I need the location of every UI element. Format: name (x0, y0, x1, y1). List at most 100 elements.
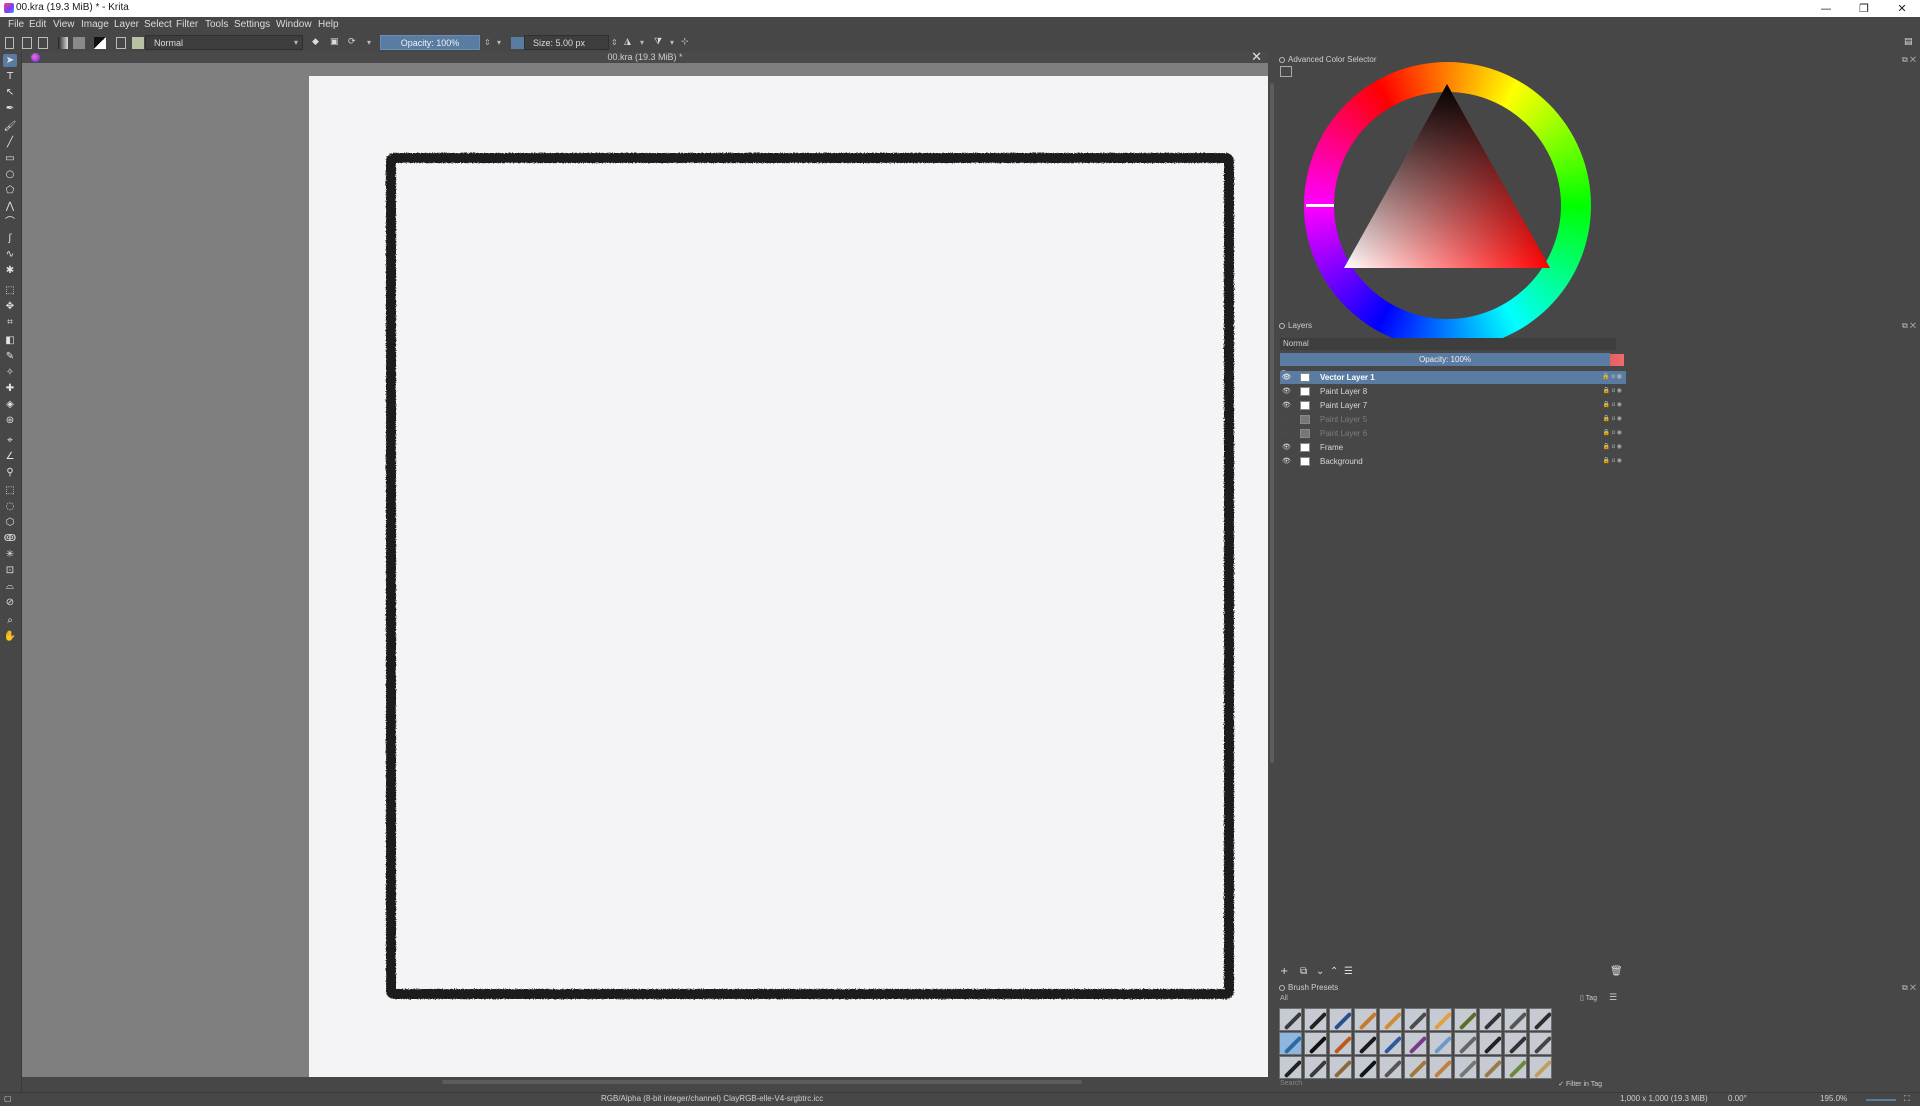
menu-image[interactable]: Image (81, 19, 109, 30)
edit-shapes-tool-icon[interactable]: ↖ (3, 86, 17, 99)
layer-blend-mode-select[interactable]: Normal (1280, 338, 1616, 350)
line-tool-icon[interactable]: ╱ (3, 136, 17, 149)
rotation-info[interactable]: 0.00° (1728, 1094, 1747, 1103)
brush-preset-tile[interactable] (1304, 1008, 1327, 1031)
brush-preset-tile[interactable] (1454, 1008, 1477, 1031)
visibility-eye-icon[interactable]: 👁 (1282, 455, 1291, 468)
transform-tool-icon[interactable]: ⬚ (3, 284, 17, 297)
color-settings-icon[interactable] (1280, 66, 1292, 77)
brush-preset-tile[interactable] (1404, 1008, 1427, 1031)
layer-row-paint-layer-6[interactable]: · Paint Layer 6 🔒 α ◉ (1280, 427, 1626, 440)
color-space-info[interactable]: RGB/Alpha (8-bit integer/channel) ClayRG… (601, 1094, 823, 1103)
text-tool-icon[interactable]: T (3, 70, 17, 83)
save-document-icon[interactable] (38, 37, 48, 49)
mirror-horizontal-icon[interactable]: ◮ (624, 37, 631, 47)
rectangular-selection-tool-icon[interactable]: ⬚ (3, 484, 17, 497)
brush-preset-tile[interactable] (1504, 1032, 1527, 1055)
brush-preset-tile[interactable] (1404, 1032, 1427, 1055)
brush-preset-tile[interactable] (1304, 1056, 1327, 1079)
layer-row-paint-layer-7[interactable]: 👁 Paint Layer 7 🔒 α ◉ (1280, 399, 1626, 412)
visibility-eye-icon[interactable]: 👁 (1282, 371, 1291, 384)
visibility-eye-icon[interactable]: 👁 (1282, 399, 1291, 412)
move-layer-down-icon[interactable]: ⌄ (1316, 966, 1324, 977)
brush-preset-tile[interactable] (1479, 1032, 1502, 1055)
brush-preset-tile[interactable] (1304, 1032, 1327, 1055)
menu-select[interactable]: Select (144, 19, 172, 30)
visibility-eye-icon[interactable]: 👁 (1282, 441, 1291, 454)
magnetic-selection-tool-icon[interactable]: ⊘ (3, 596, 17, 609)
gradient-swatch-icon[interactable] (58, 37, 68, 49)
brush-tag-filter-select[interactable]: All (1280, 995, 1570, 1005)
multibrush-tool-icon[interactable]: ✱ (3, 264, 17, 277)
layer-flags-icon[interactable]: 🔒 α ◉ (1602, 413, 1622, 426)
brush-preset-tile[interactable] (1454, 1032, 1477, 1055)
menu-settings[interactable]: Settings (234, 19, 270, 30)
elliptical-selection-tool-icon[interactable]: ◌ (3, 500, 17, 513)
fill-tool-icon[interactable]: ◈ (3, 398, 17, 411)
brush-preset-tile[interactable] (1479, 1056, 1502, 1079)
polygon-tool-icon[interactable]: ⬠ (3, 184, 17, 197)
new-document-icon[interactable] (5, 37, 14, 49)
eraser-icon[interactable]: ◆ (312, 37, 319, 47)
brush-preset-tile[interactable] (1329, 1032, 1352, 1055)
menu-filter[interactable]: Filter (176, 19, 198, 30)
brush-preset-tile[interactable] (1404, 1056, 1427, 1079)
brush-preset-tile[interactable] (1379, 1008, 1402, 1031)
layer-row-paint-layer-8[interactable]: 👁 Paint Layer 8 🔒 α ◉ (1280, 385, 1626, 398)
freehand-brush-tool-icon[interactable]: 🖌 (3, 120, 17, 133)
crop-tool-icon[interactable]: ⌗ (3, 316, 17, 329)
view-mode-icon[interactable]: ☰ (1609, 993, 1617, 1003)
add-layer-icon[interactable]: + (1280, 966, 1288, 977)
tag-button[interactable]: ▯ Tag (1580, 994, 1597, 1002)
brush-preset-tile[interactable] (1379, 1032, 1402, 1055)
fullscreen-icon[interactable]: ⛶ (1904, 1094, 1910, 1104)
canvas-area[interactable] (22, 63, 1309, 1077)
layer-row-background[interactable]: 👁 Background 🔒 α ◉ (1280, 455, 1626, 468)
horizontal-scrollbar[interactable] (22, 1077, 1268, 1087)
select-shapes-tool-icon[interactable]: ➤ (3, 54, 17, 67)
open-document-icon[interactable] (22, 37, 32, 49)
brush-preset-tile[interactable] (1379, 1056, 1402, 1079)
brush-preset-tile[interactable] (1429, 1032, 1452, 1055)
minimize-button[interactable]: — (1806, 0, 1846, 17)
spinner-icon[interactable]: ⇕ (484, 38, 491, 47)
menu-help[interactable]: Help (318, 19, 339, 30)
brush-preset-tile[interactable] (1529, 1056, 1552, 1079)
duplicate-layer-icon[interactable]: ⧉ (1300, 966, 1307, 977)
canvas-paper[interactable] (309, 76, 1309, 1077)
zoom-tool-icon[interactable]: ⌕ (3, 614, 17, 627)
preserve-alpha-icon[interactable]: ▣ (330, 37, 339, 47)
polyline-tool-icon[interactable]: ⋀ (3, 200, 17, 213)
bezier-selection-tool-icon[interactable]: ⌓ (3, 580, 17, 593)
filter-in-tag-checkbox[interactable]: ✓ Filter in Tag (1558, 1080, 1602, 1088)
color-picker-tool-icon[interactable]: ✎ (3, 350, 17, 363)
saturation-value-triangle[interactable] (1304, 62, 1591, 349)
layer-flags-icon[interactable]: 🔒 α ◉ (1602, 399, 1622, 412)
menu-tools[interactable]: Tools (205, 19, 228, 30)
menu-edit[interactable]: Edit (29, 19, 46, 30)
docker-controls-icon[interactable]: ⧉ ✕ (1902, 320, 1916, 332)
layer-flags-icon[interactable]: 🔒 α ◉ (1602, 455, 1622, 468)
docker-controls-icon[interactable]: ⧉ ✕ (1902, 982, 1916, 994)
brush-preset-tile-selected[interactable] (1279, 1032, 1302, 1055)
calligraphy-tool-icon[interactable]: ✒ (3, 102, 17, 115)
visibility-eye-icon[interactable]: · (1282, 427, 1290, 440)
brush-preset-tile[interactable] (1354, 1032, 1377, 1055)
rectangle-tool-icon[interactable]: ▭ (3, 152, 17, 165)
brush-size-slider[interactable]: Size: 5.00 px (524, 35, 609, 50)
brush-preset-tile[interactable] (1279, 1056, 1302, 1079)
layer-flags-icon[interactable]: 🔒 α ◉ (1602, 427, 1622, 440)
docker-lock-icon[interactable] (1279, 57, 1285, 63)
move-tool-icon[interactable]: ✥ (3, 300, 17, 313)
pattern-swatch-icon[interactable] (73, 37, 85, 49)
measure-tool-icon[interactable]: ∠ (3, 450, 17, 463)
delete-layer-icon[interactable]: 🗑 (1610, 966, 1623, 977)
brush-preset-tile[interactable] (1454, 1056, 1477, 1079)
opacity-slider[interactable]: Opacity: 100% (380, 35, 480, 50)
blend-mode-select[interactable]: Normal (145, 35, 303, 50)
enclose-fill-tool-icon[interactable]: ⊛ (3, 414, 17, 427)
menu-file[interactable]: File (8, 19, 24, 30)
menu-view[interactable]: View (53, 19, 75, 30)
visibility-eye-icon[interactable]: · (1282, 413, 1290, 426)
spinner-icon[interactable]: ⇕ (611, 38, 618, 47)
